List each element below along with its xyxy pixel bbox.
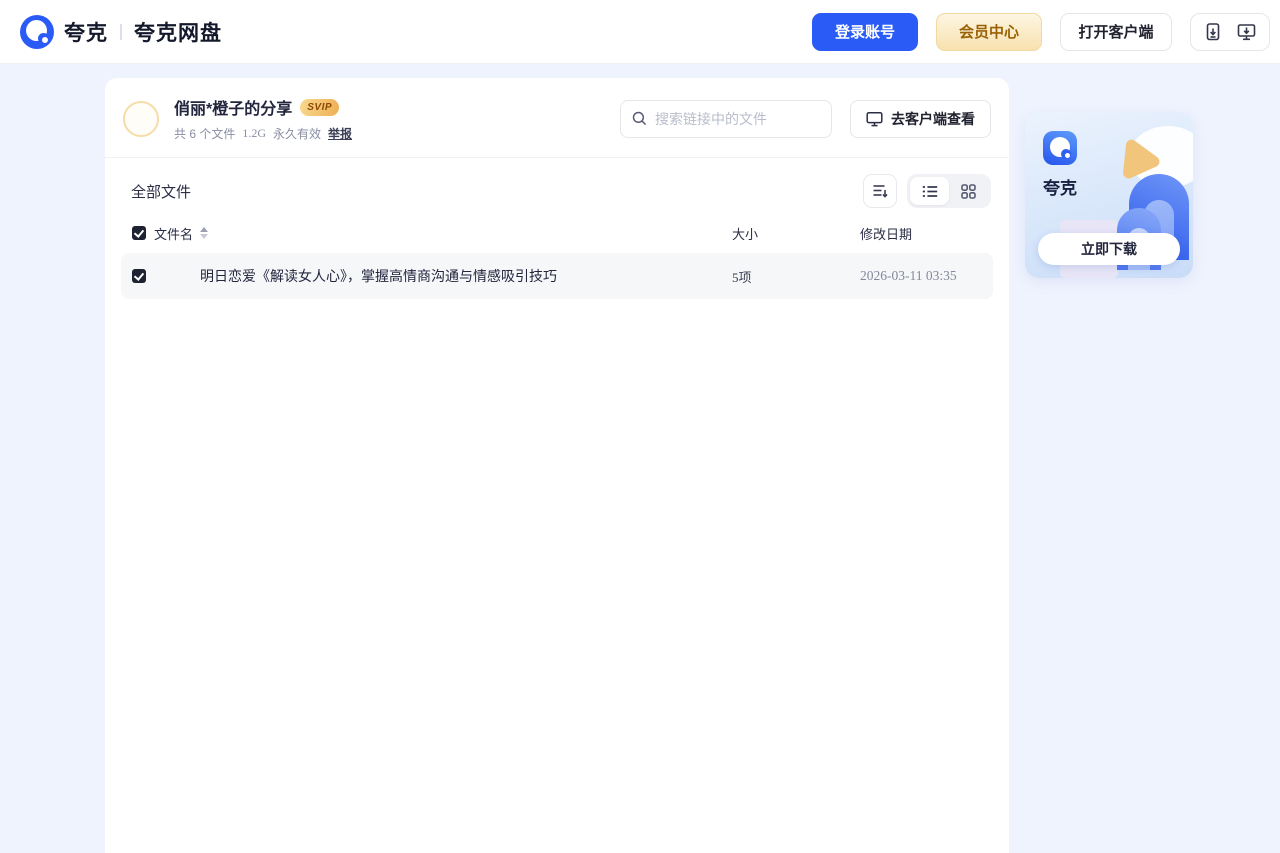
column-date: 修改日期 bbox=[860, 226, 913, 242]
view-in-client-button[interactable]: 去客户端查看 bbox=[850, 99, 991, 138]
vip-center-button[interactable]: 会员中心 bbox=[936, 12, 1042, 51]
search-box bbox=[620, 99, 832, 138]
share-header: 俏丽*橙子的分享 SVIP 共 6 个文件 1.2G 永久有效 举报 搜索链接中… bbox=[105, 78, 1009, 158]
sort-lines-icon bbox=[873, 185, 888, 198]
share-header-actions: 去客户端查看 bbox=[620, 99, 991, 138]
quark-app-icon bbox=[1043, 131, 1077, 165]
share-info: 俏丽*橙子的分享 SVIP 共 6 个文件 1.2G 永久有效 举报 bbox=[174, 95, 352, 142]
total-size: 1.2G bbox=[242, 126, 267, 140]
download-apps-group bbox=[1190, 12, 1270, 51]
download-now-button[interactable]: 立即下载 bbox=[1038, 233, 1180, 265]
grid-view-icon bbox=[961, 183, 976, 199]
login-button[interactable]: 登录账号 bbox=[812, 12, 918, 51]
column-name: 文件名 bbox=[154, 226, 194, 242]
file-icon-placeholder bbox=[154, 260, 192, 292]
select-all-checkbox[interactable] bbox=[132, 226, 146, 240]
main-area: 俏丽*橙子的分享 SVIP 共 6 个文件 1.2G 永久有效 举报 搜索链接中… bbox=[0, 64, 1280, 853]
product-name: 夸克网盘 bbox=[134, 21, 222, 45]
list-view-button[interactable] bbox=[910, 177, 949, 205]
sort-order-button[interactable] bbox=[863, 174, 897, 208]
brand-name: 夸克 bbox=[64, 21, 108, 45]
report-link[interactable]: 举报 bbox=[328, 125, 352, 142]
file-count: 共 6 个文件 bbox=[174, 127, 236, 141]
file-size: 5项 bbox=[732, 269, 752, 285]
monitor-icon bbox=[866, 111, 883, 126]
files-toolbar: 全部文件 bbox=[105, 158, 1009, 220]
open-client-button[interactable]: 打开客户端 bbox=[1060, 12, 1172, 51]
avatar bbox=[123, 100, 159, 137]
name-sort-icon[interactable] bbox=[200, 227, 209, 239]
column-size: 大小 bbox=[732, 226, 759, 242]
topbar-actions: 登录账号 会员中心 打开客户端 bbox=[812, 12, 1270, 51]
quark-logo-icon bbox=[20, 14, 54, 49]
app-download-card: 夸克 立即下载 bbox=[1025, 112, 1193, 278]
validity: 永久有效 bbox=[273, 127, 322, 141]
desktop-download-icon[interactable] bbox=[1237, 23, 1256, 41]
mobile-download-icon[interactable] bbox=[1205, 22, 1221, 41]
view-mode-toggle bbox=[907, 174, 991, 208]
brand-divider bbox=[120, 23, 122, 40]
grid-view-button[interactable] bbox=[949, 177, 988, 205]
share-stats: 共 6 个文件 1.2G 永久有效 举报 bbox=[174, 125, 352, 142]
share-panel: 俏丽*橙子的分享 SVIP 共 6 个文件 1.2G 永久有效 举报 搜索链接中… bbox=[105, 78, 1009, 853]
svip-badge: SVIP bbox=[300, 98, 340, 116]
share-owner-name: 俏丽*橙子的分享 bbox=[174, 101, 293, 118]
search-input[interactable] bbox=[655, 110, 820, 127]
search-icon bbox=[632, 111, 647, 126]
file-row[interactable]: 明日恋爱《解读女人心》，掌握高情商沟通与情感吸引技巧 5项 2026-03-11… bbox=[121, 253, 993, 299]
section-title: 全部文件 bbox=[131, 183, 192, 201]
promo-app-name: 夸克 bbox=[1043, 179, 1077, 198]
file-table-header: 文件名 大小 修改日期 bbox=[121, 220, 993, 246]
top-navigation-bar: 夸克 夸克网盘 登录账号 会员中心 打开客户端 bbox=[0, 0, 1280, 64]
list-view-icon bbox=[922, 185, 937, 197]
row-checkbox[interactable] bbox=[132, 269, 146, 283]
file-name: 明日恋爱《解读女人心》，掌握高情商沟通与情感吸引技巧 bbox=[200, 268, 557, 284]
file-date: 2026-03-11 03:35 bbox=[860, 268, 957, 283]
